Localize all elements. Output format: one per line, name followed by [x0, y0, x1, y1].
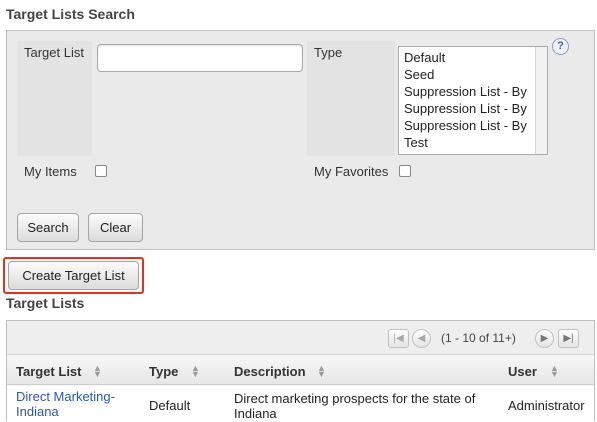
target-list-description: Direct marketing prospects for the state… [234, 391, 476, 421]
column-header-description[interactable]: Description [234, 364, 306, 379]
search-button[interactable]: Search [17, 213, 79, 242]
target-list-user: Administrator [508, 398, 585, 413]
sort-icon[interactable]: ▲ ▼ [191, 364, 200, 379]
type-option[interactable]: Suppression List - By [404, 83, 527, 100]
last-page-icon[interactable]: ▶| [558, 329, 579, 348]
my-items-label: My Items [24, 164, 77, 179]
target-list-name-link[interactable]: Direct Marketing- Indiana [16, 389, 134, 419]
column-header-type[interactable]: Type [149, 364, 178, 379]
type-option[interactable]: Test [404, 134, 428, 151]
my-favorites-label: My Favorites [314, 164, 389, 179]
target-list-input[interactable] [97, 44, 303, 72]
sort-icon[interactable]: ▲ ▼ [550, 364, 559, 379]
sort-icon[interactable]: ▲ ▼ [93, 364, 102, 379]
pagination-range: (1 - 10 of 11+) [441, 331, 516, 345]
search-section-title: Target Lists Search [6, 6, 135, 22]
target-list-label: Target List [24, 45, 84, 60]
type-option[interactable]: Seed [404, 66, 434, 83]
create-target-list-button[interactable]: Create Target List [8, 261, 139, 290]
table-header: Target List ▲ ▼ Type ▲ ▼ Description ▲ ▼ Us… [7, 356, 594, 385]
table-row: Direct Marketing- Indiana Default Direct… [7, 386, 594, 422]
column-header-user[interactable]: User [508, 364, 537, 379]
target-lists-title: Target Lists [6, 295, 85, 311]
type-option[interactable]: Suppression List - By [404, 100, 527, 117]
type-label: Type [314, 45, 343, 60]
type-option[interactable]: Default [404, 49, 445, 66]
sort-icon[interactable]: ▲ ▼ [317, 364, 326, 379]
clear-button[interactable]: Clear [88, 213, 143, 242]
type-option[interactable]: Suppression List - By [404, 117, 527, 134]
my-favorites-checkbox[interactable] [399, 165, 411, 177]
target-lists-panel: |◀ ◀ (1 - 10 of 11+) ▶ ▶| Target List ▲ ▼… [6, 320, 595, 422]
next-page-icon[interactable]: ▶ [535, 329, 554, 348]
pagination-bar: |◀ ◀ (1 - 10 of 11+) ▶ ▶| [7, 321, 594, 355]
search-panel: Target List Type Default Seed Suppressio… [6, 30, 595, 250]
first-page-icon[interactable]: |◀ [388, 329, 409, 348]
my-items-checkbox[interactable] [95, 165, 107, 177]
column-header-target-list[interactable]: Target List [16, 364, 82, 379]
type-listbox[interactable]: Default Seed Suppression List - By Suppr… [398, 46, 548, 155]
help-icon[interactable]: ? [552, 38, 569, 55]
prev-page-icon[interactable]: ◀ [412, 329, 431, 348]
target-list-type: Default [149, 398, 191, 413]
type-listbox-scrollbar[interactable] [535, 47, 547, 154]
